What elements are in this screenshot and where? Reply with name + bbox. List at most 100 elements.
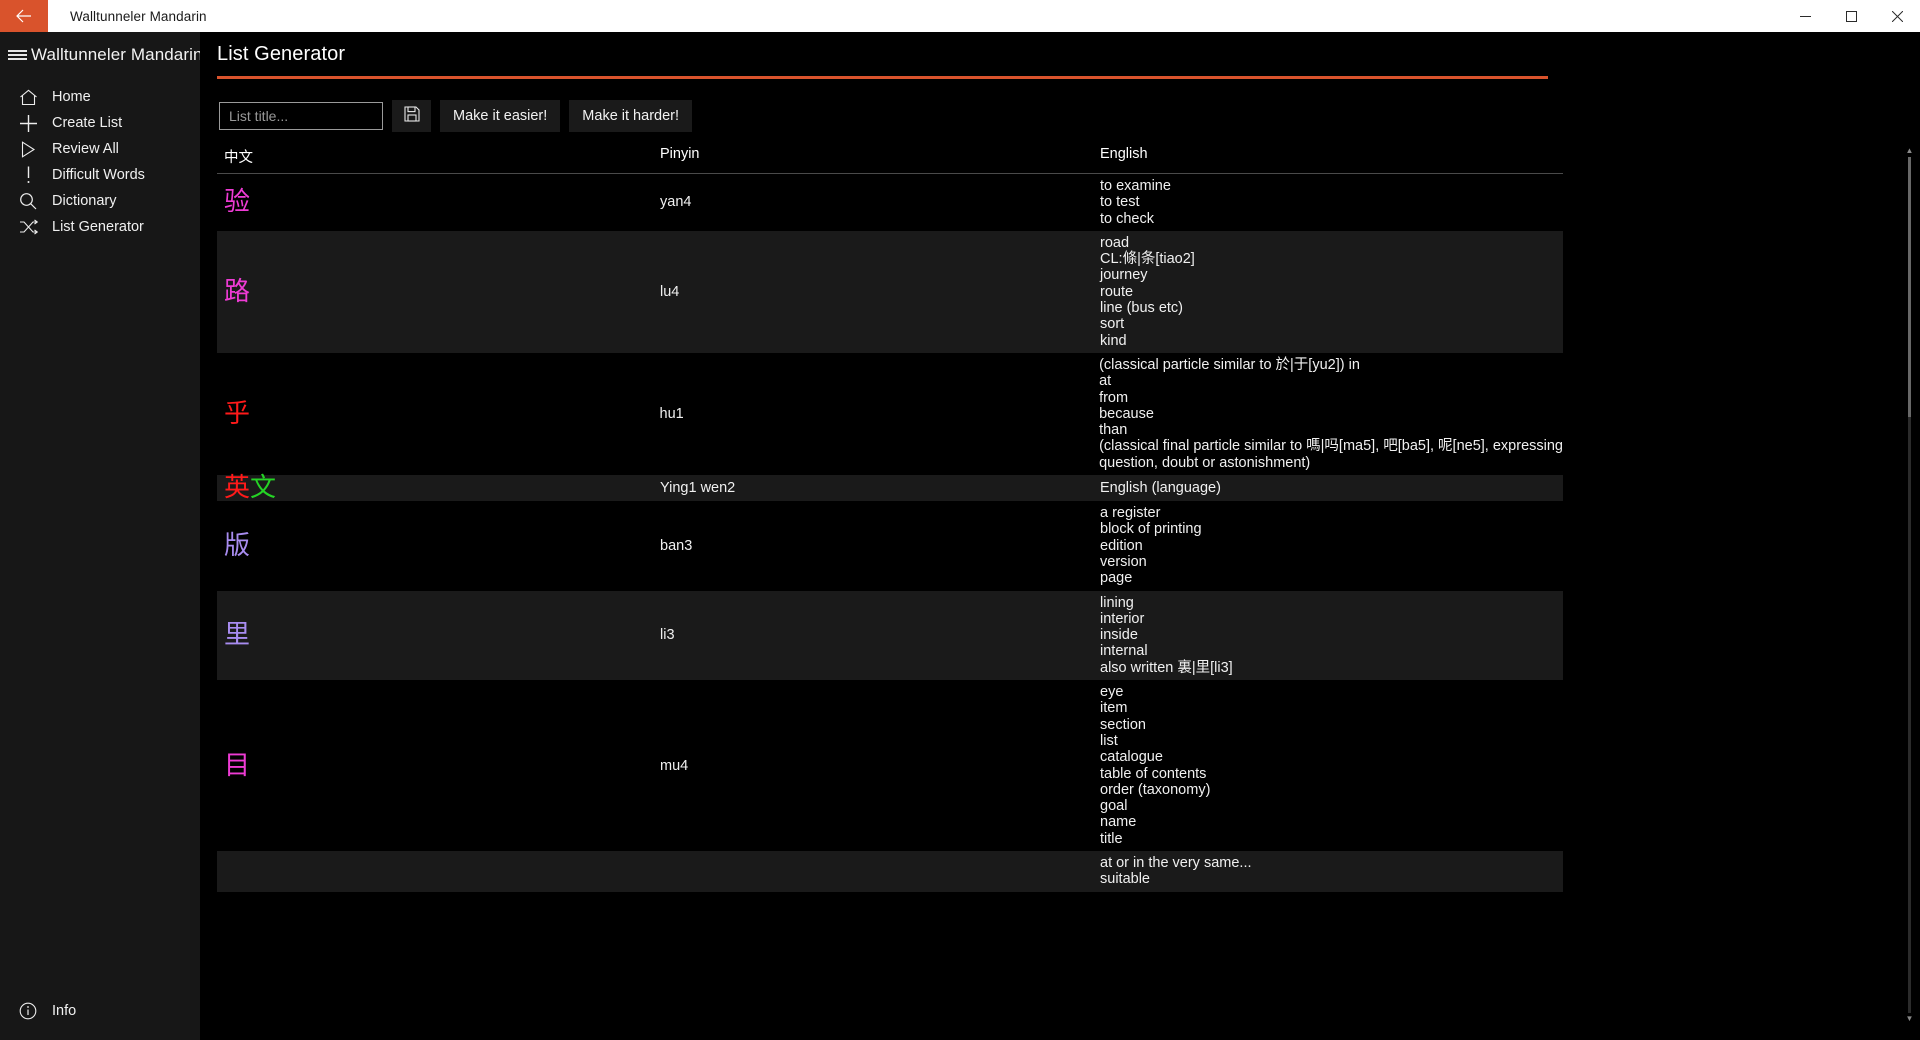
window-title: Walltunneler Mandarin — [70, 8, 207, 24]
sidebar-item-create-list[interactable]: Create List — [0, 110, 200, 136]
definition-line: edition — [1100, 537, 1143, 554]
hanzi-character: 英 — [224, 473, 251, 504]
table-row[interactable]: 目 mu4 eye item section list catalogue table of … — [217, 680, 1563, 851]
definition-line: section — [1100, 716, 1146, 733]
sidebar-item-info[interactable]: Info — [0, 998, 200, 1024]
definition-line: kind — [1100, 332, 1127, 349]
word-table: 中文 Pinyin English 验 yan4 to examine to test… — [217, 145, 1563, 1025]
hamburger-icon[interactable] — [8, 35, 27, 75]
hanzi-character: 里 — [224, 620, 251, 651]
definition-line: route — [1100, 283, 1134, 300]
definition-line: goal — [1100, 798, 1128, 815]
cell-hanzi: 里 — [217, 591, 660, 680]
cell-english: lining interior inside internal also written… — [1100, 591, 1563, 680]
cell-english: to examine to test to check — [1100, 174, 1563, 231]
plus-icon — [8, 110, 48, 136]
maximize-button[interactable] — [1828, 0, 1874, 32]
save-floppy-icon — [403, 106, 420, 126]
definition-line: page — [1100, 570, 1133, 587]
sidebar-item-list-generator[interactable]: List Generator — [0, 214, 200, 240]
table-row[interactable]: 验 yan4 to examine to test to check — [217, 174, 1563, 231]
sidebar-item-difficult-words[interactable]: Difficult Words — [0, 162, 200, 188]
hanzi-character: 路 — [224, 276, 251, 307]
sidebar-item-home[interactable]: Home — [0, 84, 200, 110]
definition-line: to examine — [1100, 178, 1171, 194]
sidebar-item-label: Create List — [52, 115, 123, 131]
definition-line: to test — [1100, 194, 1140, 211]
cell-hanzi: 验 — [217, 174, 660, 231]
cell-english: eye item section list catalogue table of cont… — [1100, 680, 1563, 851]
make-it-harder-button[interactable]: Make it harder! — [569, 100, 693, 132]
definition-line: from — [1099, 389, 1129, 406]
table-row[interactable]: 路 lu4 road CL:條|条[tiao2] journey route line (b… — [217, 230, 1563, 353]
minimize-button[interactable] — [1782, 0, 1828, 32]
save-button[interactable] — [392, 100, 431, 132]
definition-line: at — [1099, 373, 1112, 390]
table-row[interactable]: 乎 hu1 (classical particle similar to 於|于[y… — [217, 352, 1563, 476]
table-row[interactable]: 版 ban3 a register block of printing edition v… — [217, 501, 1563, 591]
make-it-easier-button[interactable]: Make it easier! — [440, 100, 561, 132]
definition-line: line (bus etc) — [1100, 300, 1184, 317]
definition-line: internal — [1100, 643, 1148, 660]
play-icon — [8, 136, 48, 162]
definition-line: eye — [1100, 684, 1124, 701]
info-icon — [8, 998, 48, 1024]
cell-hanzi: 乎 — [217, 353, 660, 475]
cell-hanzi — [217, 851, 660, 892]
scrollbar-thumb[interactable] — [1908, 157, 1911, 417]
shuffle-icon — [8, 214, 48, 240]
definition-line: a register — [1100, 505, 1161, 522]
sidebar-item-review-all[interactable]: Review All — [0, 136, 200, 162]
definition-line: also written 裏|里[li3] — [1100, 659, 1233, 676]
cell-hanzi: 版 — [217, 501, 660, 590]
back-arrow-icon[interactable] — [0, 0, 48, 32]
cell-hanzi: 目 — [217, 680, 660, 851]
definition-line: sort — [1100, 316, 1125, 333]
hanzi-character: 文 — [250, 473, 277, 504]
definition-line: English (language) — [1100, 479, 1221, 496]
hanzi-character: 版 — [224, 530, 251, 561]
sidebar-item-label: Difficult Words — [52, 167, 145, 183]
cell-pinyin: li3 — [660, 627, 675, 644]
table-row[interactable]: 英文 Ying1 wen2 English (language) — [217, 473, 1563, 504]
sidebar: Walltunneler Mandarin Home Create List R… — [0, 32, 203, 1040]
sidebar-item-label: Info — [52, 1003, 77, 1019]
definition-line: name — [1100, 814, 1137, 831]
column-header-pinyin: Pinyin — [660, 146, 700, 162]
cell-pinyin: mu4 — [660, 757, 689, 774]
definition-line: inside — [1100, 627, 1138, 644]
scroll-up-arrow[interactable]: ▲ — [1904, 145, 1915, 157]
hanzi-character: 目 — [224, 750, 251, 781]
hanzi-character: 验 — [224, 187, 251, 218]
definition-line: version — [1100, 553, 1147, 570]
sidebar-item-dictionary[interactable]: Dictionary — [0, 188, 200, 214]
table-body: 验 yan4 to examine to test to check 路 lu4 road CL… — [217, 174, 1563, 892]
sidebar-app-name: Walltunneler Mandarin — [31, 45, 203, 64]
main-content: List Generator Make it easier! Make it h… — [200, 32, 1920, 1040]
definition-line: lining — [1100, 594, 1134, 611]
vertical-scrollbar[interactable]: ▲ ▼ — [1904, 145, 1915, 1025]
cell-pinyin: yan4 — [660, 194, 692, 211]
sidebar-header: Walltunneler Mandarin — [0, 32, 203, 78]
cell-english: English (language) — [1100, 475, 1563, 501]
column-header-hanzi: 中文 — [224, 150, 253, 166]
toolbar: Make it easier! Make it harder! — [219, 100, 693, 132]
definition-line: to check — [1100, 210, 1154, 227]
definition-line: CL:條|条[tiao2] — [1100, 251, 1195, 268]
cell-english: at or in the very same... suitable — [1100, 851, 1563, 892]
definition-line: suitable — [1100, 871, 1150, 888]
column-header-english: English — [1100, 146, 1148, 162]
definition-line: catalogue — [1100, 749, 1163, 766]
definition-line: table of contents — [1100, 765, 1207, 782]
cell-hanzi: 路 — [217, 231, 660, 353]
scroll-down-arrow[interactable]: ▼ — [1904, 1013, 1915, 1025]
list-title-input[interactable] — [219, 102, 383, 130]
sidebar-nav-list: Home Create List Review All Difficult Wo… — [0, 84, 200, 240]
definition-line: (classical final particle similar to 嗎|吗… — [1099, 438, 1563, 455]
table-row[interactable]: at or in the very same... suitable — [217, 850, 1563, 892]
table-header-row: 中文 Pinyin English — [217, 145, 1563, 174]
definition-line: at or in the very same... — [1100, 854, 1252, 871]
definition-line: because — [1099, 405, 1154, 422]
table-row[interactable]: 里 li3 lining interior inside internal also wri… — [217, 590, 1563, 681]
close-button[interactable] — [1874, 0, 1920, 32]
